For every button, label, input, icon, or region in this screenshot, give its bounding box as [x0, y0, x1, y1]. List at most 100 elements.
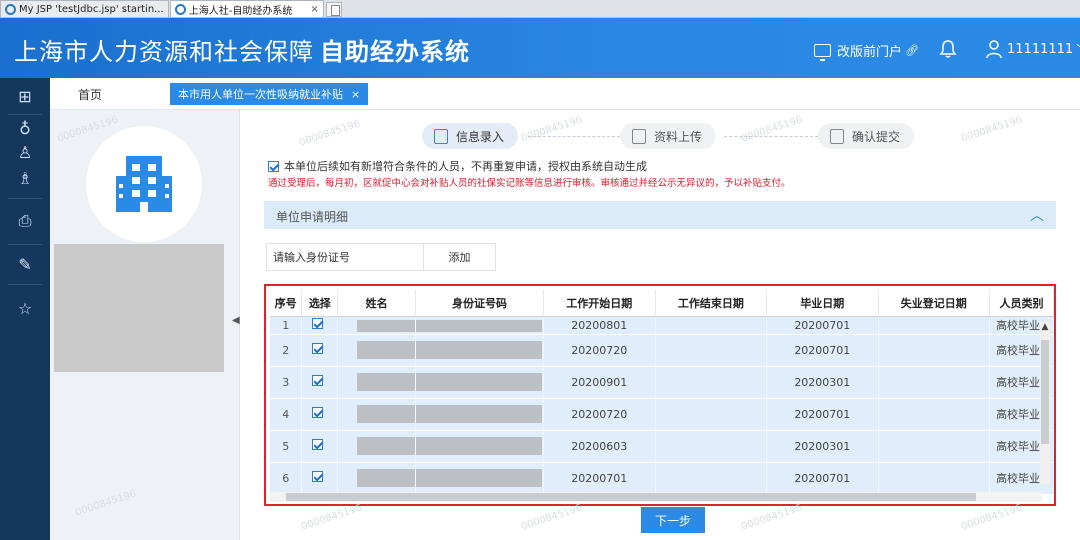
close-icon[interactable]: ×	[351, 88, 360, 101]
row-select[interactable]	[301, 316, 339, 335]
name-cell	[337, 462, 417, 495]
step-confirm: 确认提交	[818, 123, 915, 149]
row-select[interactable]	[301, 334, 339, 367]
browser-tab-title: 上海人社-自助经办系统	[188, 5, 293, 17]
review-notice: 通过受理后，每月初，区就促中心会对补贴人员的社保实记账等信息进行审核。审核通过并…	[268, 178, 791, 189]
end-date-cell	[655, 334, 768, 367]
scroll-up-icon[interactable]: ▲	[1040, 322, 1050, 336]
browser-tab-2[interactable]: 上海人社-自助经办系统 ×	[169, 0, 324, 17]
table-row[interactable]: 2 20200720 20200701 高校毕业	[270, 334, 1054, 367]
collapse-panel-icon[interactable]: ◀	[232, 315, 240, 335]
old-portal-link[interactable]: 改版前门户 🔗︎	[814, 41, 919, 61]
start-date-cell: 20200901	[543, 366, 656, 399]
apps-icon[interactable]: ⊞	[14, 86, 36, 108]
row-checkbox[interactable]	[311, 407, 323, 418]
next-step-button[interactable]: 下一步	[641, 507, 705, 533]
step-connector	[724, 136, 818, 137]
redacted-id	[416, 405, 543, 423]
table-row[interactable]: 4 20200720 20200701 高校毕业	[270, 398, 1054, 431]
table-header-row: 序号 选择 姓名 身份证号码 工作开始日期 工作结束日期 毕业日期 失业登记日期…	[270, 290, 1054, 317]
building-icon	[116, 156, 172, 212]
edit-doc-icon[interactable]: ✎	[14, 254, 36, 276]
table-row[interactable]: 6 20200701 20200701 高校毕业	[270, 462, 1054, 495]
unemployment-date-cell	[878, 430, 991, 463]
auto-generate-option[interactable]: 本单位后续如有新增符合条件的人员，不再重复申请，授权由系统自动生成	[268, 158, 647, 174]
end-date-cell	[655, 462, 768, 495]
name-cell	[337, 398, 417, 431]
redacted-name	[357, 437, 415, 455]
table-row[interactable]: 3 20200901 20200301 高校毕业	[270, 366, 1054, 399]
new-tab-button[interactable]	[325, 2, 342, 17]
graduation-date-cell: 20200701	[766, 316, 879, 335]
scroll-thumb[interactable]	[1041, 340, 1049, 444]
bell-icon[interactable]	[939, 39, 957, 59]
unemployment-date-cell	[878, 366, 991, 399]
start-date-cell: 20200603	[543, 430, 656, 463]
user-badge-icon[interactable]: ♙	[14, 142, 36, 164]
vertical-scrollbar[interactable]: ▲	[1040, 322, 1050, 484]
rail-divider	[8, 244, 42, 245]
printer-icon[interactable]: ⎙	[14, 210, 36, 232]
graduation-date-cell: 20200701	[766, 398, 879, 431]
graduation-date-cell: 20200701	[766, 334, 879, 367]
rail-divider	[8, 284, 42, 285]
add-button[interactable]: 添加	[424, 243, 496, 271]
row-select[interactable]	[301, 366, 339, 399]
chevron-up-icon[interactable]: ︿	[1030, 205, 1044, 225]
column-header: 身份证号码	[415, 290, 545, 317]
row-select[interactable]	[301, 398, 339, 431]
table-row[interactable]: 1 20200801 20200701 高校毕业	[270, 316, 1054, 335]
users-icon[interactable]: ♗	[14, 168, 36, 190]
browser-tab-title: My JSP 'testJdbc.jsp' startin...	[19, 3, 164, 15]
browser-favicon-icon	[5, 3, 16, 15]
unemployment-date-cell	[878, 462, 991, 495]
app-title-strong: 自助经办系统	[320, 38, 470, 66]
watermark: 0000845196	[297, 118, 362, 149]
row-checkbox[interactable]	[311, 343, 323, 354]
scroll-thumb[interactable]	[286, 493, 976, 501]
old-portal-label: 改版前门户	[837, 45, 903, 60]
award-icon[interactable]: ♁	[14, 118, 36, 140]
progress-steps: 信息录入 资料上传 确认提交	[422, 123, 915, 149]
applicant-grid: 序号 选择 姓名 身份证号码 工作开始日期 工作结束日期 毕业日期 失业登记日期…	[270, 290, 1054, 495]
section-header[interactable]: 单位申请明细 ︿	[264, 201, 1056, 229]
redacted-name	[357, 373, 415, 391]
redacted-name	[357, 405, 415, 423]
browser-tab-1[interactable]: My JSP 'testJdbc.jsp' startin...	[0, 0, 169, 17]
id-cell	[415, 398, 545, 431]
tab-home[interactable]: 首页	[78, 86, 102, 103]
id-entry-row: 添加	[266, 243, 496, 271]
star-icon[interactable]: ☆	[14, 298, 36, 320]
graduation-date-cell: 20200301	[766, 366, 879, 399]
column-header: 失业登记日期	[878, 290, 991, 317]
row-checkbox[interactable]	[311, 471, 323, 482]
user-icon	[986, 40, 1002, 59]
app-title-main: 上海市人力资源和社会保障	[14, 38, 314, 66]
table-row[interactable]: 5 20200603 20200301 高校毕业	[270, 430, 1054, 463]
row-checkbox[interactable]	[311, 318, 323, 329]
id-number-input[interactable]	[266, 243, 424, 271]
username: 11111111	[1007, 41, 1074, 57]
watermark: 0000845196	[959, 502, 1024, 533]
redacted-id	[416, 373, 543, 391]
horizontal-scrollbar[interactable]	[270, 492, 1042, 502]
id-cell	[415, 462, 545, 495]
end-date-cell	[655, 366, 768, 399]
watermark: 0000845196	[73, 488, 138, 519]
end-date-cell	[655, 316, 768, 335]
column-header: 毕业日期	[766, 290, 879, 317]
redacted-id	[416, 469, 543, 487]
document-icon	[830, 128, 844, 144]
row-checkbox[interactable]	[311, 375, 323, 386]
step-connector	[528, 136, 620, 137]
step-info-entry: 信息录入	[422, 123, 519, 149]
row-select[interactable]	[301, 462, 339, 495]
row-select[interactable]	[301, 430, 339, 463]
auto-generate-checkbox[interactable]	[268, 160, 279, 172]
user-menu[interactable]: 11111111 ﹀	[985, 39, 1080, 59]
step-upload: 资料上传	[620, 123, 717, 149]
tab-employment-subsidy[interactable]: 本市用人单位一次性吸纳就业补贴 ×	[170, 83, 369, 105]
row-checkbox[interactable]	[311, 439, 323, 450]
close-tab-icon[interactable]: ×	[310, 4, 318, 15]
id-cell	[415, 366, 545, 399]
